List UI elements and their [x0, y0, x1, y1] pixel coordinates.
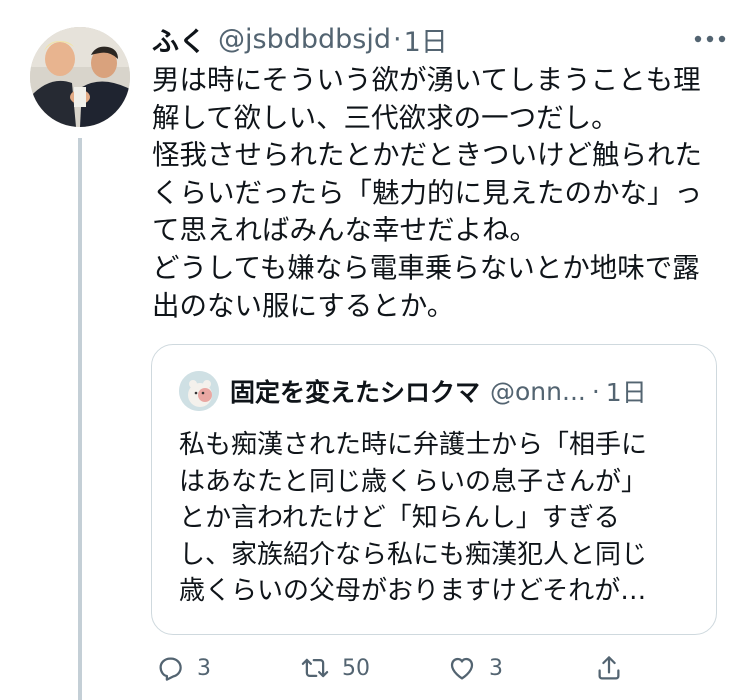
header-separator: · [392, 23, 402, 55]
tweet-text: 男は時にそういう欲が湧いてしまうことも理 解して欲しい、三代欲求の一つだし。 怪… [152, 62, 732, 325]
quoted-text-line: はあなたと同じ歳くらいの息子さんが」 [179, 466, 648, 497]
retweet-icon [301, 658, 329, 678]
tweet-text-line: くらいだったら「魅力的に見えたのかな」っ [152, 176, 702, 209]
retweet-count: 50 [342, 655, 370, 681]
polar-bear-avatar-icon [179, 371, 219, 411]
share-icon [598, 656, 620, 680]
tweet-text-line: 解して欲しい、三代欲求の一つだし。 [152, 101, 619, 134]
reply-icon [159, 657, 182, 681]
quoted-text-line: とか言われたけど「知らんし」すぎる [179, 503, 620, 533]
tweet-text-line: どうしても嫌なら電車乗らないとか地味で露 [152, 251, 700, 284]
like-count: 3 [489, 655, 503, 681]
like-button[interactable]: 3 [447, 646, 503, 690]
quoted-text-line: 歳くらいの父母がおりますけどそれが… [179, 576, 647, 606]
reply-button[interactable]: 3 [155, 646, 211, 690]
tweet-text-line: 怪我させられたとかだときついけど触られた [152, 139, 702, 172]
retweet-button[interactable]: 50 [300, 646, 370, 690]
tweet-actions: 3 50 3 [152, 646, 652, 690]
like-icon [450, 657, 474, 680]
avatar-photo [30, 27, 130, 127]
more-button[interactable] [690, 26, 730, 52]
share-button[interactable] [594, 646, 624, 690]
quoted-text-line: 私も痴漢された時に弁護士から「相手に [179, 430, 648, 460]
quoted-header: 固定を変えたシロクマ @onn... · 1日 [230, 372, 647, 410]
quoted-handle: @onn... [490, 376, 586, 406]
reply-count: 3 [197, 655, 211, 681]
tweet-text-line: て思えればみんな幸せだよね。 [152, 214, 537, 247]
tweet-text-line: 男は時にそういう欲が湧いてしまうことも理 [152, 64, 701, 96]
author-handle[interactable]: @jsbdbdbsjd [218, 24, 391, 55]
more-icon [694, 35, 726, 43]
author-avatar[interactable] [30, 27, 130, 127]
quoted-tweet[interactable]: 固定を変えたシロクマ @onn... · 1日 私も痴漢された時に弁護士から「相… [151, 344, 717, 635]
tweet-timestamp[interactable]: 1日 [404, 20, 448, 59]
quoted-text-line: し、家族紹介なら私にも痴漢犯人と同じ [179, 539, 648, 570]
thread-line [78, 138, 82, 700]
tweet-header: ふく @jsbdbdbsjd · 1日 [152, 20, 448, 59]
quoted-author-avatar [179, 371, 219, 411]
quoted-text: 私も痴漢された時に弁護士から「相手に はあなたと同じ歳くらいの息子さんが」 とか… [179, 427, 709, 610]
tweet-text-line: 出のない服にするとか。 [152, 289, 455, 322]
author-display-name[interactable]: ふく [152, 20, 206, 59]
quoted-display-name: 固定を変えたシロクマ [230, 378, 481, 407]
quoted-timestamp: 1日 [605, 378, 647, 407]
quoted-separator: · [591, 376, 600, 406]
